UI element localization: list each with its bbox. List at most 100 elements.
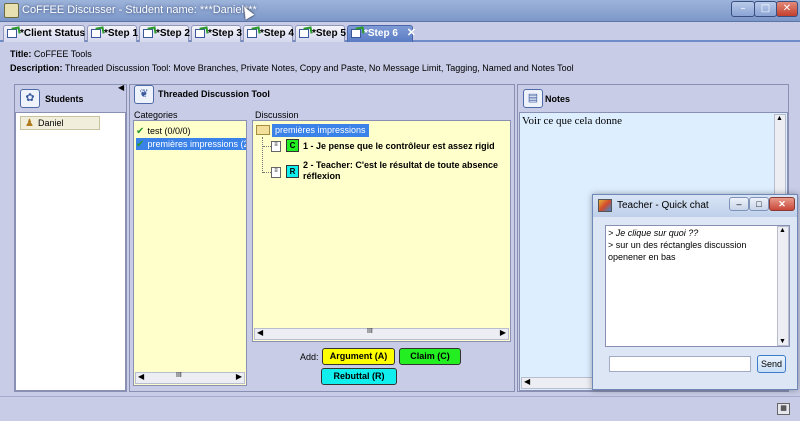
tree-icon: ❦ — [134, 85, 154, 104]
chat-line: openener en bas — [608, 252, 676, 262]
tab-step-5[interactable]: *Step 5 — [295, 25, 346, 42]
minimize-button[interactable]: – — [731, 1, 755, 17]
resize-grip-icon[interactable]: ▦ — [777, 403, 790, 415]
tree-line — [263, 172, 271, 173]
tab-step-6[interactable]: *Step 6 ✕ — [347, 25, 416, 42]
scroll-thumb[interactable]: III — [367, 328, 373, 335]
chat-message-input[interactable] — [609, 356, 751, 372]
scroll-up-icon[interactable]: ▲ — [779, 227, 786, 234]
scroll-left-icon[interactable]: ◀ — [257, 328, 263, 337]
notes-icon: ▤ — [523, 89, 543, 108]
tab-step-4[interactable]: *Step 4 — [243, 25, 294, 42]
tab-label: *Step 2 — [156, 28, 190, 39]
chat-transcript[interactable]: > Je clique sur quoi ?? > sur un des réc… — [605, 225, 790, 347]
students-header: Students — [45, 94, 84, 104]
add-rebuttal-button[interactable]: Rebuttal (R) — [321, 368, 397, 385]
coffee-app-icon — [4, 3, 19, 18]
claim-tag: C — [286, 139, 299, 152]
message-text[interactable]: 1 - Je pense que le contrôleur est assez… — [303, 141, 495, 151]
chat-vertical-scrollbar[interactable]: ▲ ▼ — [777, 226, 789, 346]
scroll-left-icon[interactable]: ◀ — [524, 377, 530, 386]
categories-list[interactable]: ✔ test (0/0/0) ✔ premières impressions (… — [133, 120, 247, 386]
tab-client-status[interactable]: *Client Status — [3, 25, 85, 42]
scroll-right-icon[interactable]: ▶ — [236, 372, 242, 381]
edit-icon — [299, 29, 309, 38]
scroll-thumb[interactable]: III — [176, 372, 182, 379]
discussion-root[interactable]: premières impressions — [272, 124, 369, 137]
students-list[interactable]: ♟ Daniel — [15, 112, 126, 391]
list-item[interactable]: ♟ Daniel — [20, 116, 100, 130]
category-label: premières impressions (2 — [147, 139, 246, 149]
scroll-left-icon[interactable]: ◀ — [138, 372, 144, 381]
scroll-right-icon[interactable]: ▶ — [500, 328, 506, 337]
students-icon: ✿ — [20, 89, 40, 108]
tab-step-2[interactable]: *Step 2 — [139, 25, 190, 42]
tree-line — [262, 137, 263, 173]
tab-step-3[interactable]: *Step 3 — [191, 25, 242, 42]
maximize-button[interactable]: □ — [754, 1, 777, 17]
chat-minimize-button[interactable]: – — [729, 197, 749, 211]
add-claim-button[interactable]: Claim (C) — [399, 348, 461, 365]
notes-header: Notes — [545, 94, 571, 104]
quick-chat-window: Teacher - Quick chat – □ ✕ > Je clique s… — [592, 194, 798, 390]
title-label: Title: — [10, 49, 32, 59]
checkmark-icon: ✔ — [136, 139, 145, 150]
status-bar: ▦ — [0, 396, 800, 421]
tab-close-icon[interactable]: ✕ — [407, 27, 416, 39]
scroll-up-icon[interactable]: ▲ — [776, 115, 783, 122]
tree-line — [263, 146, 271, 147]
discussion-tool-header: Threaded Discussion Tool — [158, 89, 270, 99]
collapse-icon[interactable]: ◀ — [118, 83, 124, 92]
window-title: CoFFEE Discusser - Student name: ***Dani… — [22, 4, 257, 16]
discussion-horizontal-scrollbar[interactable]: ◀ III ▶ — [254, 328, 509, 340]
close-button[interactable]: ✕ — [776, 1, 798, 17]
description-label: Description: — [10, 63, 63, 73]
window-titlebar[interactable]: CoFFEE Discusser - Student name: ***Dani… — [0, 0, 800, 22]
add-label: Add: — [300, 352, 319, 362]
categories-horizontal-scrollbar[interactable]: ◀ III ▶ — [135, 372, 245, 384]
chat-close-button[interactable]: ✕ — [769, 197, 795, 211]
folder-icon — [256, 125, 270, 135]
tab-label: *Step 5 — [312, 28, 346, 39]
tab-label: *Step 4 — [260, 28, 294, 39]
add-argument-button[interactable]: Argument (A) — [322, 348, 395, 365]
edit-icon — [143, 29, 153, 38]
quick-chat-titlebar[interactable]: Teacher - Quick chat – □ ✕ — [593, 195, 797, 217]
step-title: Title: CoFFEE Tools — [10, 49, 92, 59]
send-button[interactable]: Send — [757, 355, 786, 373]
message-text-continued: réflexion — [303, 171, 341, 181]
student-name: Daniel — [38, 118, 64, 128]
categories-label: Categories — [134, 110, 178, 120]
rebuttal-tag: R — [286, 165, 299, 178]
discussion-tree[interactable]: premières impressions ≡ C 1 - Je pense q… — [252, 120, 511, 342]
checkmark-icon: ✔ — [136, 126, 145, 137]
tab-label: *Client Status — [20, 28, 86, 39]
notes-text[interactable]: Voir ce que cela donne — [522, 115, 622, 127]
chat-maximize-button[interactable]: □ — [749, 197, 769, 211]
category-item-selected[interactable]: ✔ premières impressions (2 — [136, 138, 246, 150]
scroll-down-icon[interactable]: ▼ — [779, 338, 786, 345]
chat-line: > Je clique sur quoi ?? — [608, 228, 699, 238]
status-window-icon — [7, 29, 17, 38]
title-value: CoFFEE Tools — [33, 49, 92, 59]
quick-chat-app-icon — [598, 199, 612, 212]
edit-icon — [351, 29, 361, 38]
threaded-discussion-panel: ❦ Threaded Discussion Tool Categories ✔ … — [129, 84, 515, 392]
step-description: Description: Threaded Discussion Tool: M… — [10, 63, 574, 73]
discussion-label: Discussion — [255, 110, 299, 120]
tab-label: *Step 1 — [104, 28, 138, 39]
category-label: test (0/0/0) — [147, 126, 191, 136]
edit-icon — [195, 29, 205, 38]
tab-label: *Step 3 — [208, 28, 242, 39]
category-item[interactable]: ✔ test (0/0/0) — [136, 125, 244, 137]
message-icon: ≡ — [271, 141, 281, 152]
tab-label: *Step 6 — [364, 28, 398, 39]
message-icon: ≡ — [271, 167, 281, 178]
quick-chat-title: Teacher - Quick chat — [617, 200, 709, 211]
message-text[interactable]: 2 - Teacher: C'est le résultat de toute … — [303, 160, 498, 170]
step-tabs: *Client Status *Step 1 *Step 2 *Step 3 *… — [0, 22, 800, 42]
description-value: Threaded Discussion Tool: Move Branches,… — [64, 63, 574, 73]
person-icon: ♟ — [25, 118, 34, 129]
edit-icon — [247, 29, 257, 38]
tab-step-1[interactable]: *Step 1 — [87, 25, 138, 42]
